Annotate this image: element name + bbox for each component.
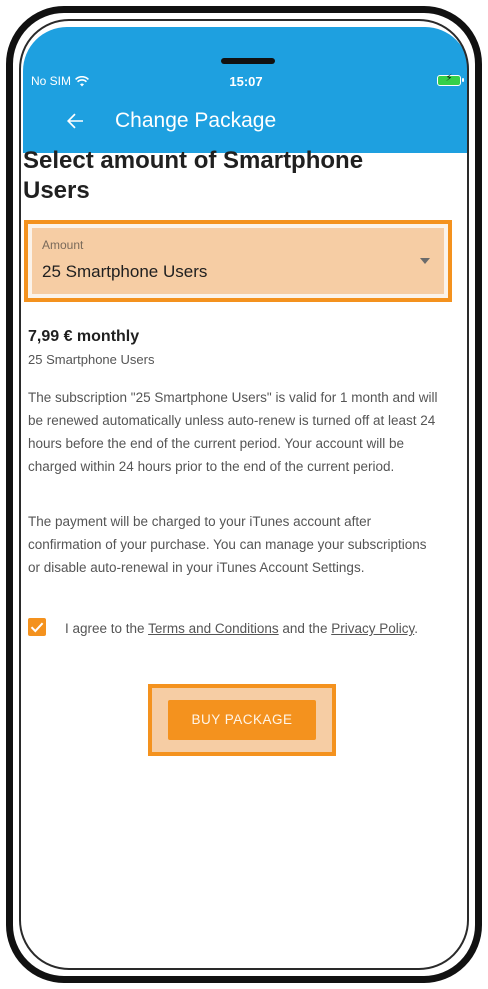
payment-info: The payment will be charged to your iTun… — [28, 514, 427, 575]
arrow-left-icon[interactable] — [63, 109, 87, 133]
privacy-link[interactable]: Privacy Policy — [331, 621, 414, 636]
buy-package-button[interactable]: BUY PACKAGE — [168, 700, 316, 740]
terms-link[interactable]: Terms and Conditions — [148, 621, 279, 636]
agree-checkbox[interactable] — [28, 618, 46, 636]
page-title: Change Package — [115, 109, 277, 132]
package-name: 25 Smartphone Users — [28, 352, 155, 367]
charging-icon: ⚡ — [445, 73, 453, 84]
agree-middle: and the — [278, 621, 332, 636]
buy-button-highlight: BUY PACKAGE — [148, 684, 336, 756]
agree-suffix: . — [414, 621, 418, 636]
checkmark-icon — [30, 622, 44, 633]
agree-prefix: I agree to the — [65, 621, 149, 636]
battery-icon: ⚡ — [437, 73, 464, 86]
speaker-notch — [221, 58, 275, 64]
dropdown-caret-icon — [420, 258, 430, 264]
section-heading: Select amount of Smartphone Users — [23, 147, 364, 204]
amount-select[interactable]: Amount 25 Smartphone Users — [32, 228, 444, 294]
amount-select-highlight: Amount 25 Smartphone Users — [24, 220, 452, 302]
content: Select amount of Smartphone Users — [23, 146, 435, 206]
package-price: 7,99 € monthly — [28, 328, 140, 345]
amount-label: Amount — [42, 238, 84, 252]
status-time: 15:07 — [229, 74, 263, 89]
subscription-description: The subscription "25 Smartphone Users" i… — [28, 390, 438, 474]
amount-value: 25 Smartphone Users — [42, 262, 208, 281]
app-bar: No SIM 15:07 ⚡ Change Package — [23, 27, 469, 153]
agreement-text: I agree to the Terms and Conditions and … — [65, 616, 435, 642]
